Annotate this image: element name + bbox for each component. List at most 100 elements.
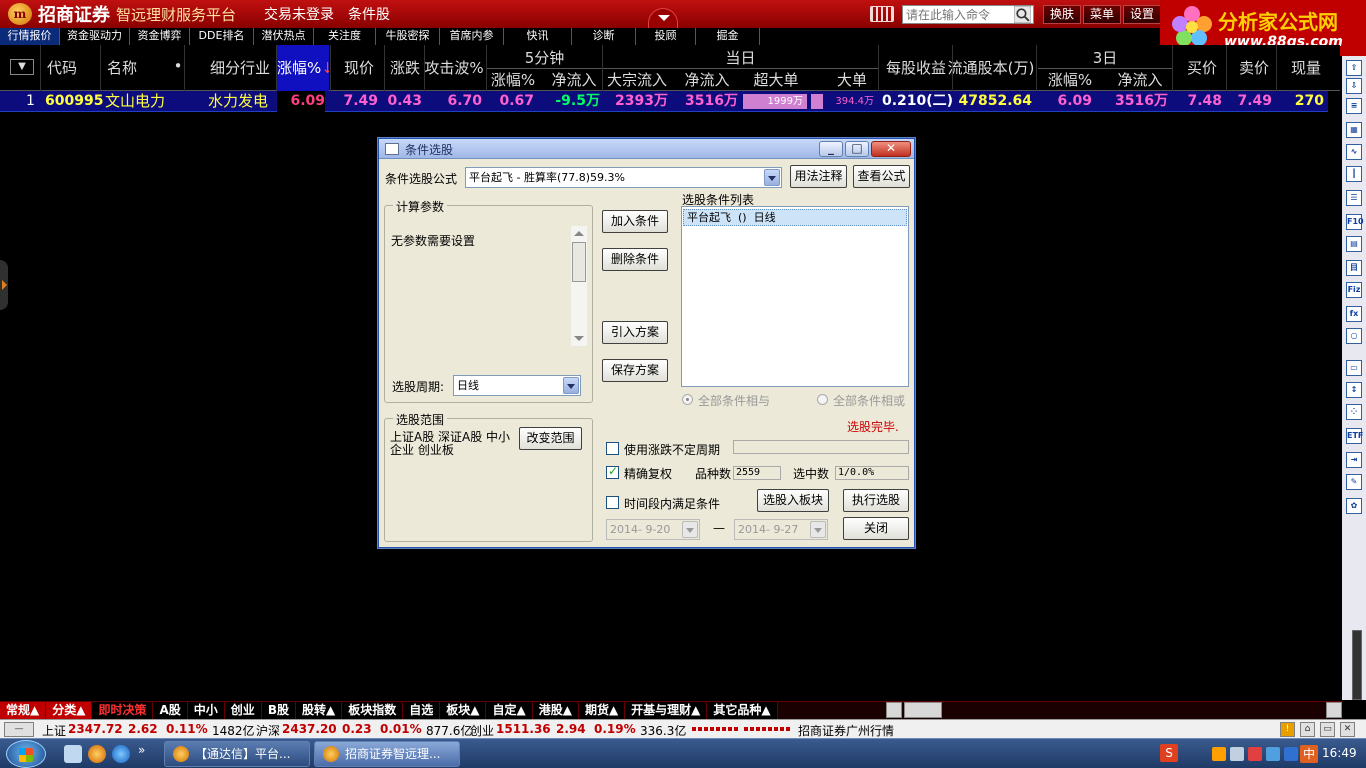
taskbar-item-tdx[interactable]: 【通达信】平台... bbox=[164, 741, 310, 767]
formula-select[interactable]: 平台起飞 - 胜算率(77.8)59.3% bbox=[465, 167, 782, 188]
col-net-inflow[interactable]: 净流入 bbox=[675, 69, 739, 90]
nav-tab-quotes[interactable]: 行情报价 bbox=[0, 28, 60, 45]
list-icon[interactable]: ☰ bbox=[1346, 190, 1362, 206]
dialog-title-bar[interactable]: 条件选股 _ □ ✕ bbox=[379, 139, 914, 159]
nav-tab-dig-gold[interactable]: 掘金 bbox=[696, 28, 760, 45]
nav-tab-hot-spots[interactable]: 潜伏热点 bbox=[254, 28, 314, 45]
candle-chart-icon[interactable]: ┃ bbox=[1346, 166, 1362, 182]
tab-watchlist[interactable]: 自选 bbox=[403, 702, 441, 719]
tab-others[interactable]: 其它品种▲ bbox=[707, 702, 778, 719]
circle-icon[interactable]: ○ bbox=[1346, 328, 1362, 344]
period-select[interactable]: 日线 bbox=[453, 375, 581, 396]
usage-notes-button[interactable]: 用法注释 bbox=[790, 165, 847, 188]
finance-icon[interactable]: Fiz bbox=[1346, 282, 1362, 298]
window-icon[interactable]: ▭ bbox=[1320, 722, 1335, 737]
search-icon[interactable] bbox=[1014, 6, 1031, 23]
tab-futures[interactable]: 期货▲ bbox=[578, 702, 626, 719]
column-menu-icon[interactable]: ▼ bbox=[10, 59, 34, 75]
minimize-button[interactable]: _ bbox=[819, 141, 843, 157]
login-status[interactable]: 交易未登录 bbox=[264, 4, 334, 24]
chevron-down-icon[interactable] bbox=[563, 377, 579, 394]
col-5min-inflow[interactable]: 净流入 bbox=[545, 69, 603, 90]
login-icon[interactable]: ⇥ bbox=[1346, 452, 1362, 468]
execute-selection-button[interactable]: 执行选股 bbox=[843, 489, 909, 512]
col-change[interactable]: 涨跌 bbox=[385, 57, 425, 78]
scroll-up-icon[interactable] bbox=[574, 231, 584, 236]
keyboard-icon[interactable] bbox=[870, 6, 894, 22]
ime-indicator[interactable]: 中 bbox=[1300, 745, 1318, 763]
sogou-ime-icon[interactable]: S bbox=[1160, 744, 1178, 762]
network-icon[interactable] bbox=[1266, 747, 1280, 761]
chevron-down-icon[interactable] bbox=[682, 521, 698, 538]
security-icon[interactable] bbox=[1248, 747, 1262, 761]
nav-tab-dde-rank[interactable]: DDE排名 bbox=[190, 28, 254, 45]
etf-icon[interactable]: ETF bbox=[1346, 428, 1363, 444]
info-icon[interactable]: 目 bbox=[1346, 260, 1362, 276]
tab-b-share[interactable]: B股 bbox=[261, 702, 296, 719]
volume-icon[interactable] bbox=[1230, 747, 1244, 761]
nav-tab-advisor[interactable]: 投顾 bbox=[636, 28, 696, 45]
explorer-icon[interactable] bbox=[64, 745, 82, 763]
list-item[interactable]: 平台起飞 () 日线 bbox=[683, 209, 907, 226]
tab-general[interactable]: 常规▲ bbox=[0, 702, 47, 719]
ie-icon[interactable] bbox=[112, 745, 130, 763]
col-block-inflow[interactable]: 大宗流入 bbox=[603, 69, 671, 90]
col-industry[interactable]: 细分行业 bbox=[205, 57, 275, 78]
nav-tab-attention[interactable]: 关注度 bbox=[314, 28, 376, 45]
app-quick-icon[interactable] bbox=[88, 745, 106, 763]
chk-variable-period[interactable] bbox=[606, 442, 619, 455]
signal-icon[interactable]: ⌂ bbox=[1300, 722, 1315, 737]
report-icon[interactable]: ≡ bbox=[1346, 98, 1362, 114]
status-menu-icon[interactable]: — bbox=[4, 722, 34, 737]
delete-condition-button[interactable]: 删除条件 bbox=[602, 248, 668, 271]
import-scheme-button[interactable]: 引入方案 bbox=[602, 321, 668, 344]
vertical-scrollbar[interactable] bbox=[1352, 630, 1362, 700]
left-panel-expand-handle[interactable] bbox=[0, 260, 8, 310]
col-super-order[interactable]: 超大单 bbox=[745, 69, 807, 90]
col-3day-change[interactable]: 涨幅% bbox=[1044, 69, 1096, 90]
change-range-button[interactable]: 改变范围 bbox=[519, 427, 582, 450]
table-row[interactable]: 1 600995 文山电力 水力发电 6.09 7.49 0.43 6.70 0… bbox=[0, 91, 1328, 112]
condition-list[interactable]: 平台起飞 () 日线 bbox=[681, 206, 909, 387]
alert-icon[interactable]: ! bbox=[1280, 722, 1295, 737]
col-bid[interactable]: 买价 bbox=[1180, 57, 1224, 78]
tab-sector[interactable]: 板块▲ bbox=[440, 702, 487, 719]
table-icon[interactable]: ▦ bbox=[1346, 122, 1362, 138]
tabs-scroll-right-icon[interactable] bbox=[1326, 702, 1342, 718]
close-window-button[interactable]: ✕ bbox=[871, 141, 911, 157]
formula-icon[interactable]: fx bbox=[1346, 306, 1362, 322]
skin-button[interactable]: 换肤 bbox=[1043, 5, 1081, 24]
chevron-down-icon[interactable] bbox=[810, 521, 826, 538]
col-3day-inflow[interactable]: 净流入 bbox=[1110, 69, 1170, 90]
arrow-up-icon[interactable]: ⇧ bbox=[1346, 60, 1362, 76]
col-volume[interactable]: 现量 bbox=[1284, 57, 1328, 78]
tab-gem[interactable]: 创业 bbox=[224, 702, 262, 719]
nav-tab-fund-game[interactable]: 资金博弈 bbox=[130, 28, 190, 45]
f10-icon[interactable]: F10 bbox=[1346, 214, 1364, 230]
tab-sme[interactable]: 中小 bbox=[187, 702, 225, 719]
scroll-down-icon[interactable] bbox=[574, 336, 584, 341]
chk-time-range[interactable] bbox=[606, 496, 619, 509]
sort-icon[interactable]: ↕ bbox=[1346, 382, 1362, 398]
to-block-button[interactable]: 选股入板块 bbox=[757, 489, 829, 512]
folder-icon[interactable]: ▭ bbox=[1346, 360, 1362, 376]
taskbar-item-cms[interactable]: 招商证券智远理... bbox=[314, 741, 460, 767]
tab-funds[interactable]: 开基与理财▲ bbox=[625, 702, 708, 719]
col-change-pct[interactable]: 涨幅%↓ bbox=[277, 45, 329, 91]
col-attack-wave[interactable]: 攻击波% bbox=[423, 57, 485, 78]
close-button[interactable]: 关闭 bbox=[843, 517, 909, 540]
nav-tab-bull-detective[interactable]: 牛股密探 bbox=[376, 28, 440, 45]
edit-icon[interactable]: ✎ bbox=[1346, 474, 1362, 490]
more-quick-launch-icon[interactable]: » bbox=[138, 743, 145, 757]
nav-tab-insider[interactable]: 首席内参 bbox=[440, 28, 504, 45]
tab-custom[interactable]: 自定▲ bbox=[486, 702, 533, 719]
tab-category[interactable]: 分类▲ bbox=[46, 702, 93, 719]
nav-tab-news[interactable]: 快讯 bbox=[504, 28, 572, 45]
menu-button[interactable]: 菜单 bbox=[1083, 5, 1121, 24]
start-button[interactable] bbox=[6, 740, 46, 768]
nav-tab-diagnosis[interactable]: 诊断 bbox=[572, 28, 636, 45]
col-big-order[interactable]: 大单 bbox=[830, 69, 874, 90]
col-eps[interactable]: 每股收益 bbox=[880, 57, 952, 78]
scatter-icon[interactable]: ⁘ bbox=[1346, 404, 1362, 420]
tab-a-share[interactable]: A股 bbox=[153, 702, 188, 719]
